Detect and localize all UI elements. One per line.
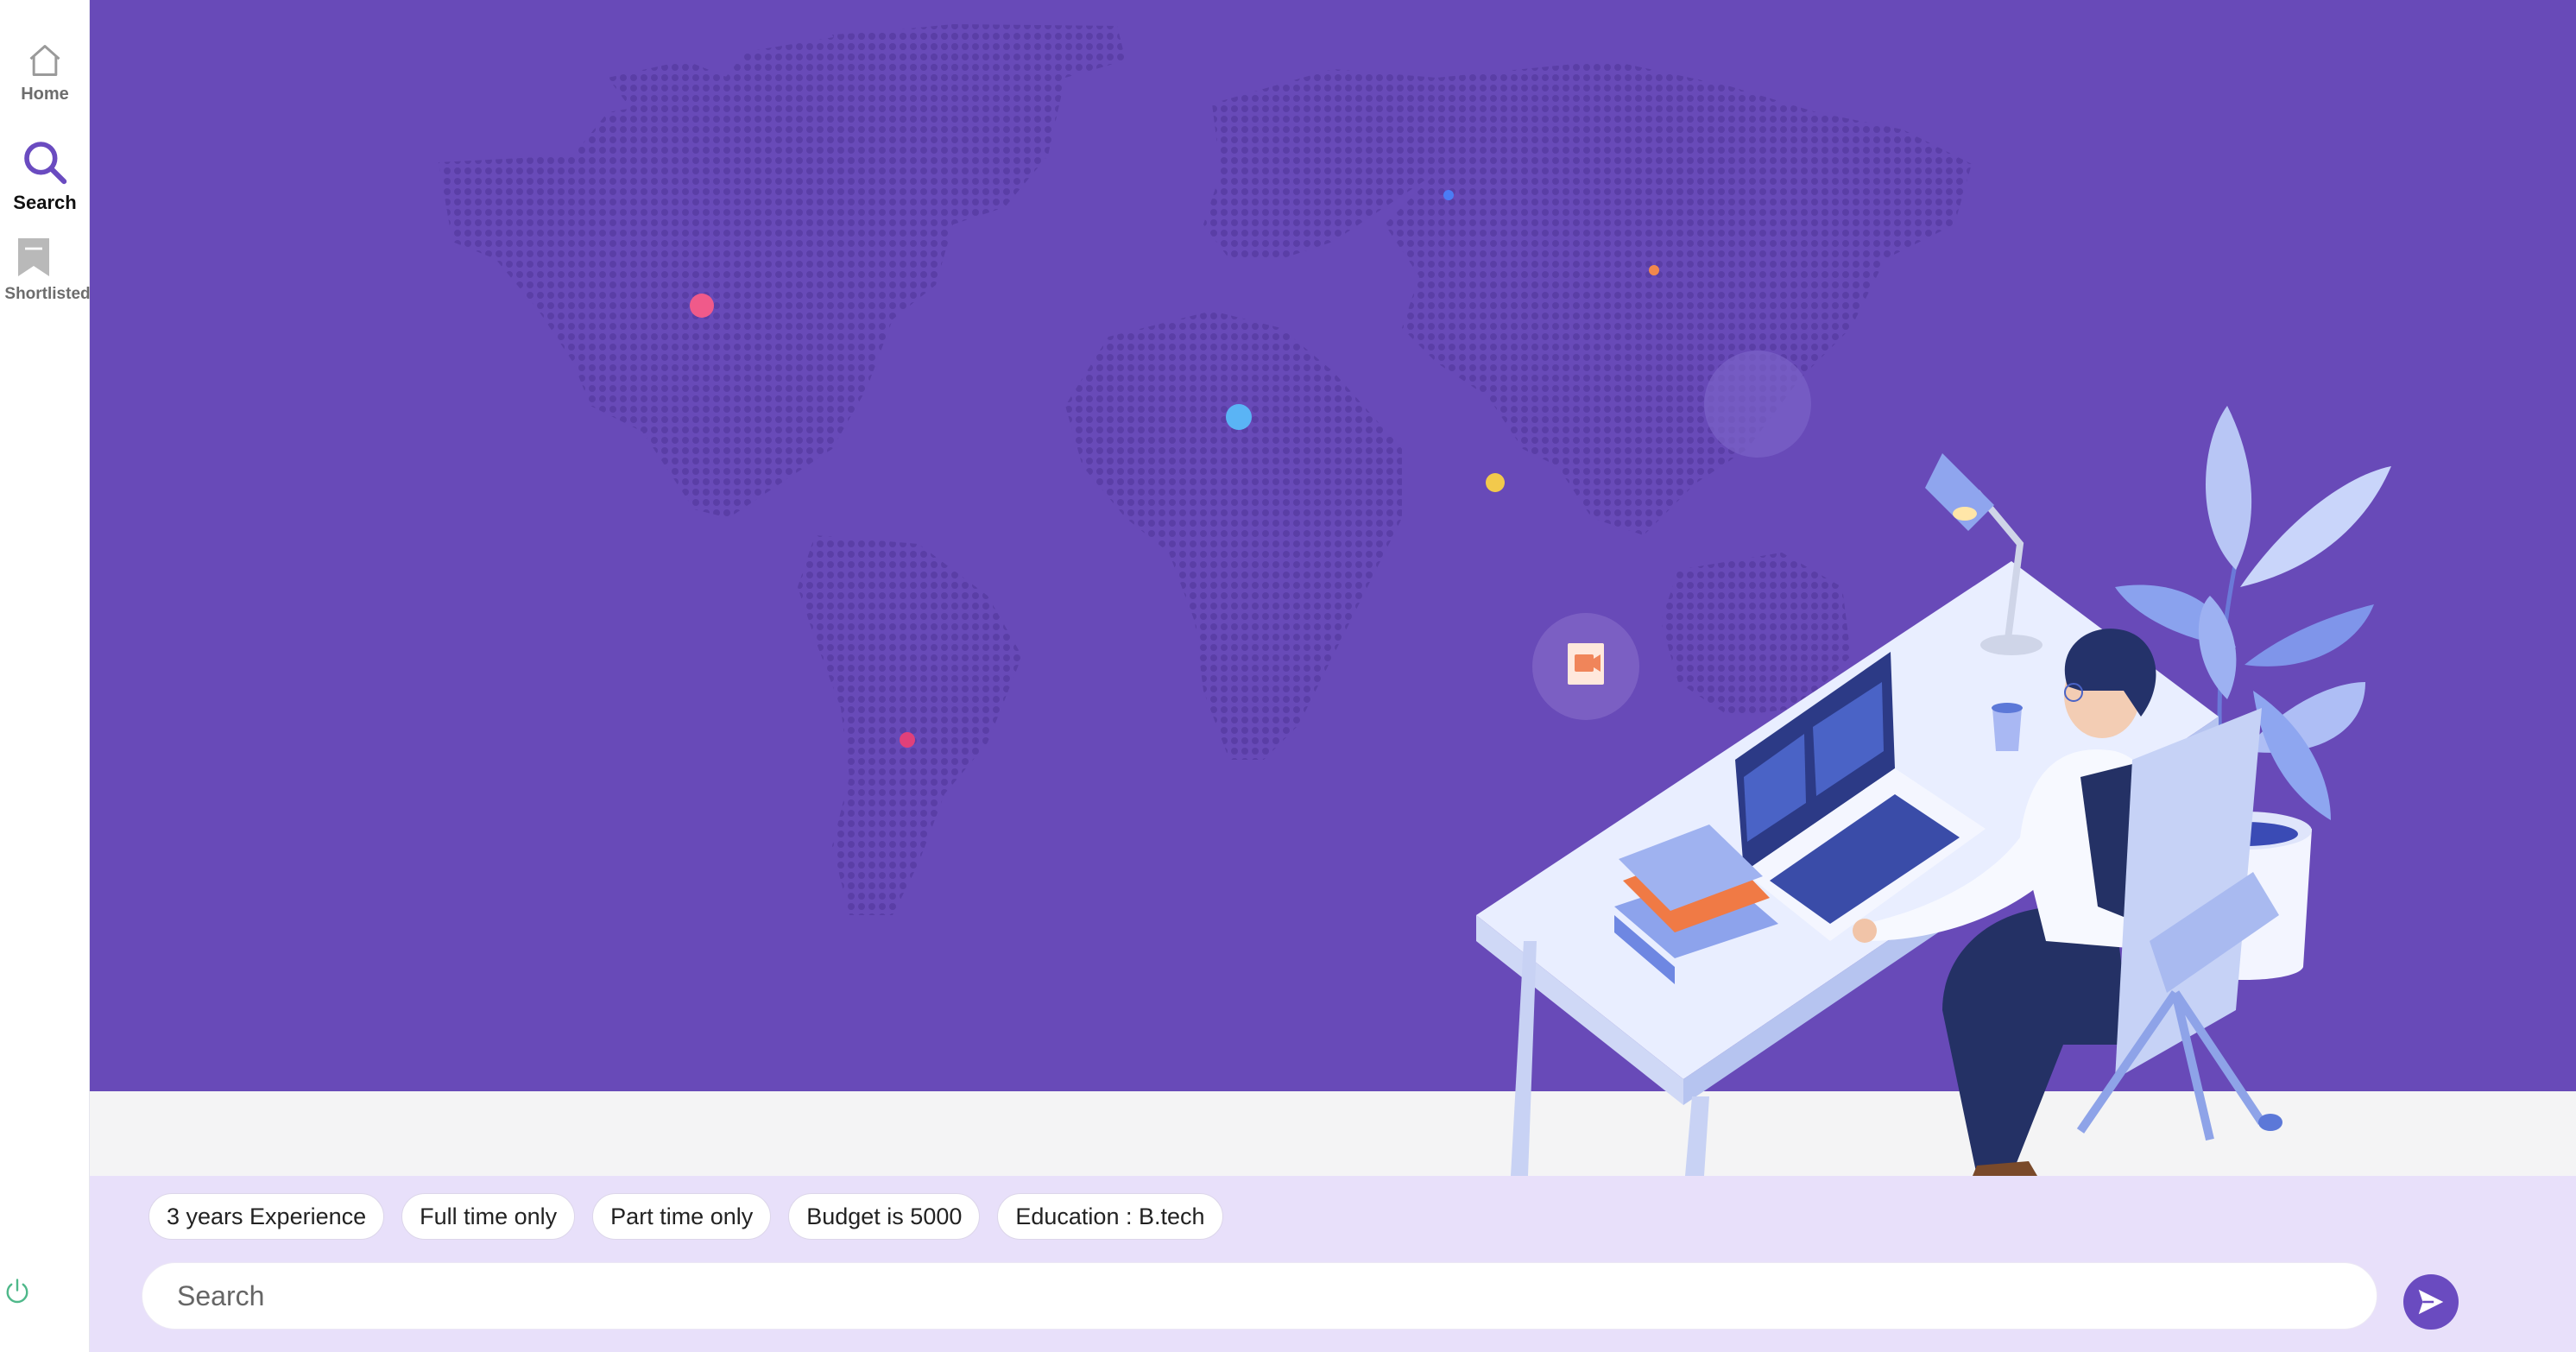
search-icon (24, 142, 67, 185)
nav-home[interactable]: Home (0, 41, 90, 104)
nav-shortlisted[interactable]: Shortlisted (0, 235, 91, 304)
filter-chips: 3 years Experience Full time only Part t… (148, 1193, 1223, 1240)
home-icon (29, 45, 60, 76)
search-input[interactable] (142, 1263, 2377, 1329)
nav-shortlisted-label: Shortlisted (4, 285, 91, 303)
filter-chip[interactable]: Education : B.tech (997, 1193, 1223, 1240)
filter-chip[interactable]: Part time only (592, 1193, 772, 1240)
filter-chip[interactable]: Budget is 5000 (788, 1193, 981, 1240)
sidebar: Home Search Shortlisted (0, 0, 91, 1352)
power-button[interactable] (2, 1276, 33, 1307)
send-button[interactable] (2403, 1274, 2459, 1330)
search-panel: 3 years Experience Full time only Part t… (90, 1176, 2576, 1352)
power-icon (6, 1279, 28, 1304)
nav-search-label: Search (13, 192, 77, 213)
nav-search[interactable]: Search (0, 138, 90, 214)
search-box (142, 1262, 2377, 1330)
send-icon (2418, 1289, 2444, 1315)
person-at-desk-illustration (1476, 406, 2391, 1176)
bookmark-icon (18, 238, 49, 276)
nav-home-label: Home (21, 85, 69, 104)
filter-chip[interactable]: 3 years Experience (148, 1193, 385, 1240)
filter-chip[interactable]: Full time only (401, 1193, 576, 1240)
